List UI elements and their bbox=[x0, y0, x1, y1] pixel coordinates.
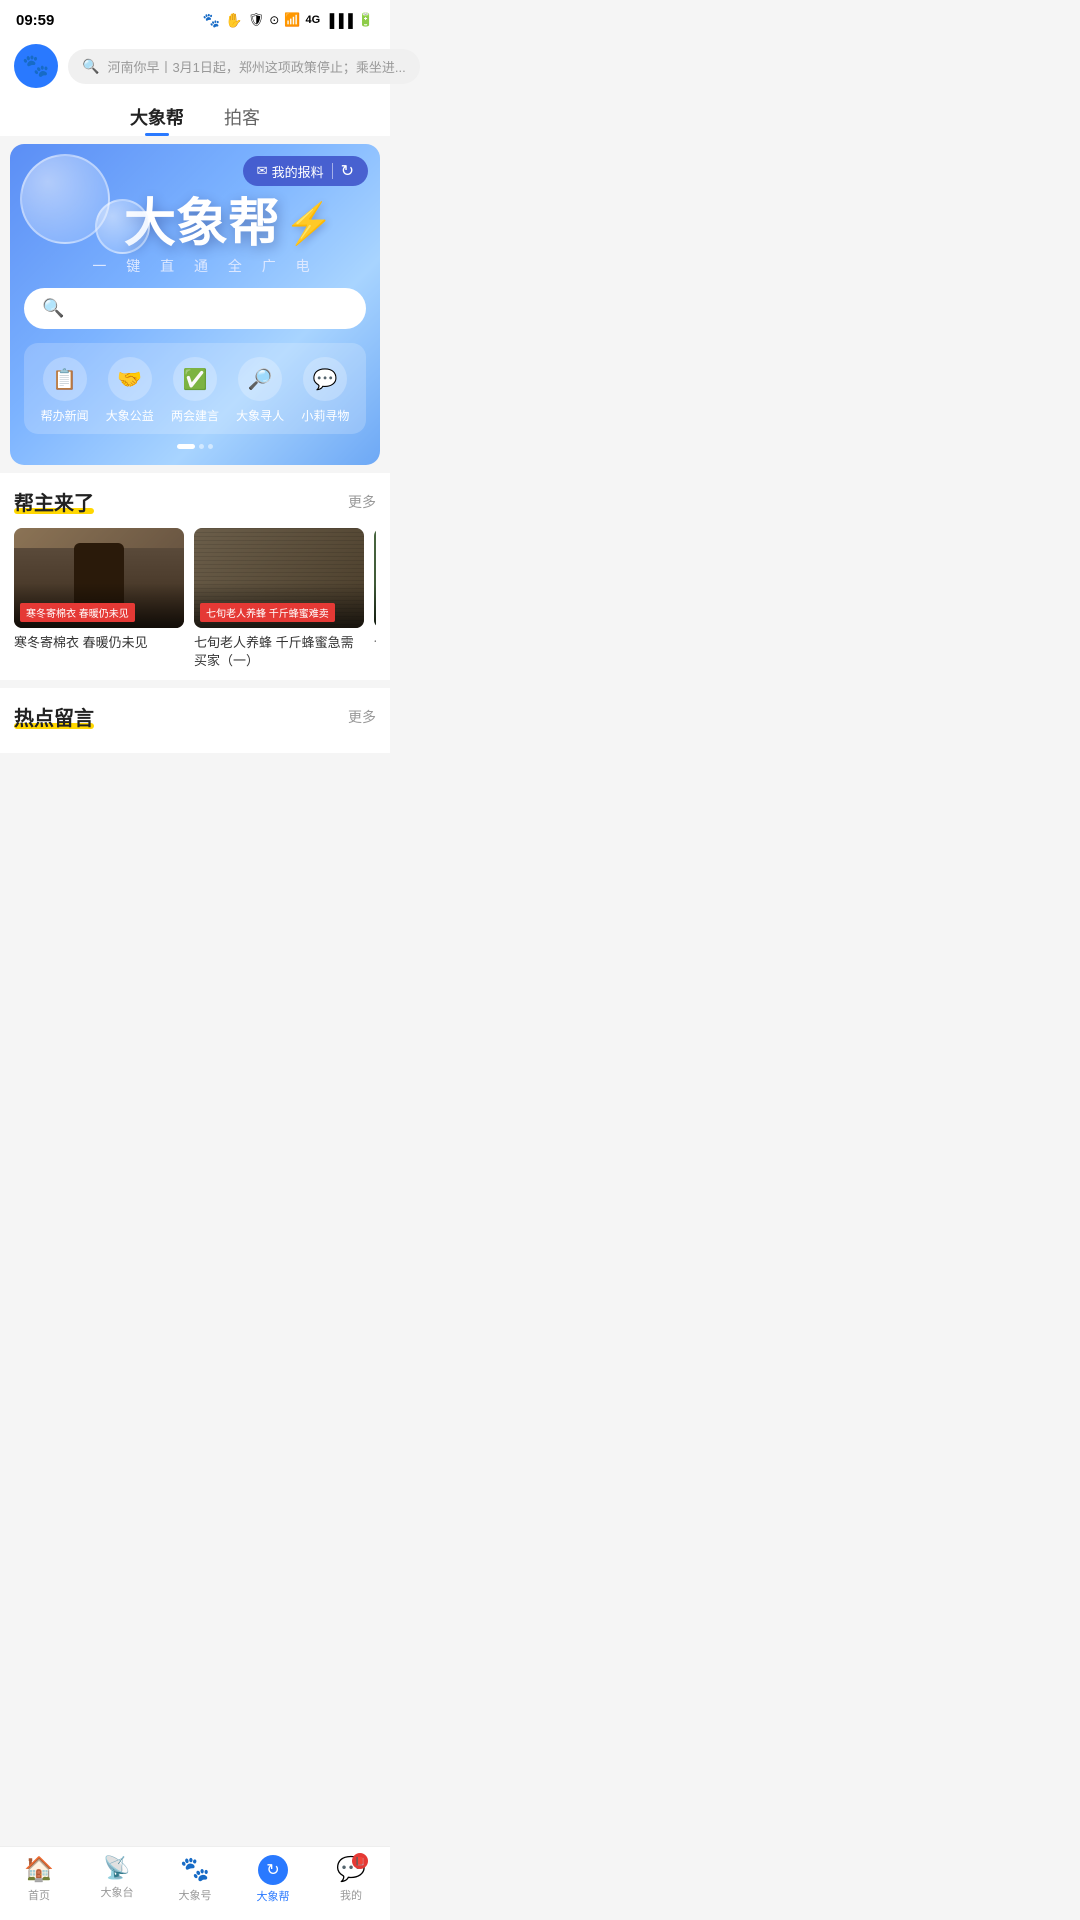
search-icon: 🔍 bbox=[82, 58, 99, 75]
bottom-navigation: 🏠 首页 📡 大象台 🐾 大象号 ↻ 大象帮 💬 📕 我的 bbox=[0, 1846, 390, 1920]
mine-avatar-wrap: 💬 📕 bbox=[336, 1855, 366, 1884]
hot-comments-section: 热点留言 更多 bbox=[0, 688, 390, 753]
paw-nav-icon: 🐾 bbox=[180, 1855, 210, 1884]
banner-subtitle: 一 键 直 通 全 广 电 bbox=[44, 256, 366, 276]
liangh-icon: ✅ bbox=[173, 357, 217, 401]
icon-liangh[interactable]: ✅ 两会建言 bbox=[169, 357, 221, 424]
dot-2 bbox=[199, 444, 204, 449]
card1-title: 寒冬寄棉衣 春暖仍未见 bbox=[14, 634, 184, 652]
hand-icon: ✋ bbox=[225, 12, 242, 29]
bangzhu-title: 帮主来了 bbox=[14, 487, 94, 516]
card3-tag-overlay: 大象帮助 bbox=[374, 584, 376, 628]
gongy-icon: 🤝 bbox=[108, 357, 152, 401]
nav-label-daxiangbang: 大象帮 bbox=[257, 1888, 290, 1904]
shield-icon: 🛡 bbox=[248, 12, 265, 28]
card2-tag-overlay: 七旬老人养蜂 千斤蜂蜜难卖 bbox=[194, 583, 364, 628]
search-placeholder-text: 河南你早丨3月1日起，郑州这项政策停止；乘坐进... bbox=[107, 57, 405, 76]
main-tabs: 大象帮 拍客 bbox=[0, 98, 390, 136]
nav-item-daxianghao[interactable]: 🐾 大象号 bbox=[165, 1855, 225, 1904]
envelope-icon: ✉ bbox=[257, 163, 268, 179]
nav-item-daxiangbang[interactable]: ↻ 大象帮 bbox=[243, 1855, 303, 1904]
bangban-icon: 📋 bbox=[43, 357, 87, 401]
lightning-icon: ⚡ bbox=[284, 204, 334, 244]
banner-search-icon: 🔍 bbox=[42, 298, 64, 319]
bubble-large bbox=[20, 154, 110, 244]
home-icon: 🏠 bbox=[24, 1855, 54, 1884]
header: 🐾 🔍 河南你早丨3月1日起，郑州这项政策停止；乘坐进... bbox=[0, 36, 390, 98]
news-card-img-1: 寒冬寄棉衣 春暖仍未见 bbox=[14, 528, 184, 628]
bangzhu-more[interactable]: 更多 bbox=[348, 492, 376, 512]
xiaoli-icon: 💬 bbox=[303, 357, 347, 401]
card1-tag-overlay: 寒冬寄棉衣 春暖仍未见 bbox=[14, 583, 184, 628]
bars-icon: ▐▐▐ bbox=[325, 13, 353, 28]
icon-bangban[interactable]: 📋 帮办新闻 bbox=[39, 357, 91, 424]
tv-icon: 📡 bbox=[103, 1855, 130, 1881]
signal-icon: ⊙ bbox=[269, 13, 279, 27]
status-time: 09:59 bbox=[16, 12, 54, 29]
news-card-1[interactable]: 寒冬寄棉衣 春暖仍未见 寒冬寄棉衣 春暖仍未见 bbox=[14, 528, 184, 670]
nav-label-daxianghao: 大象号 bbox=[179, 1887, 212, 1903]
hot-comments-header: 热点留言 更多 bbox=[14, 702, 376, 731]
nav-item-daxiangtai[interactable]: 📡 大象台 bbox=[87, 1855, 147, 1904]
battery-icon: 🔋 bbox=[358, 12, 374, 28]
wifi-icon: 📶 bbox=[284, 12, 300, 28]
news-card-img-2: 七旬老人养蜂 千斤蜂蜜难卖 bbox=[194, 528, 364, 628]
bangzhu-title-wrap: 帮主来了 bbox=[14, 487, 94, 516]
refresh-nav-icon: ↻ bbox=[258, 1855, 288, 1885]
tab-daxiangbang[interactable]: 大象帮 bbox=[130, 104, 184, 136]
dot-3 bbox=[208, 444, 213, 449]
card3-title: 七旬老... bbox=[374, 634, 376, 651]
nav-item-home[interactable]: 🏠 首页 bbox=[9, 1855, 69, 1904]
news-card-3[interactable]: 大象帮助 七旬老... bbox=[374, 528, 376, 670]
banner-section: ✉ 我的报料 ↻ 大象帮 ⚡ 一 键 直 通 全 广 电 🔍 📋 帮办新闻 🤝 … bbox=[10, 144, 380, 465]
icon-xiaoli[interactable]: 💬 小莉寻物 bbox=[299, 357, 351, 424]
logo-paw-icon: 🐾 bbox=[22, 53, 49, 79]
divider bbox=[332, 163, 333, 179]
hot-comments-title: 热点留言 bbox=[14, 702, 94, 731]
banner-search[interactable]: 🔍 bbox=[24, 288, 366, 329]
nav-label-mine: 我的 bbox=[340, 1887, 362, 1903]
nav-item-mine[interactable]: 💬 📕 我的 bbox=[321, 1855, 381, 1904]
mine-badge: 📕 bbox=[352, 1853, 368, 1869]
card1-tag-text: 寒冬寄棉衣 春暖仍未见 bbox=[20, 603, 135, 622]
nav-label-home: 首页 bbox=[28, 1887, 50, 1903]
banner-main-title: 大象帮 ⚡ bbox=[124, 198, 366, 250]
bottom-spacer bbox=[0, 761, 390, 841]
dots-indicator bbox=[24, 444, 366, 449]
card2-title: 七旬老人养蜂 千斤蜂蜜急需买家（一） bbox=[194, 634, 364, 670]
bangzhu-header: 帮主来了 更多 bbox=[14, 487, 376, 516]
icon-gongy[interactable]: 🤝 大象公益 bbox=[104, 357, 156, 424]
banner-icons-row: 📋 帮办新闻 🤝 大象公益 ✅ 两会建言 🔎 大象寻人 💬 小莉寻物 bbox=[24, 343, 366, 434]
dot-1 bbox=[177, 444, 195, 449]
search-bar[interactable]: 🔍 河南你早丨3月1日起，郑州这项政策停止；乘坐进... bbox=[68, 49, 420, 84]
bangzhu-section: 帮主来了 更多 寒冬寄棉衣 春暖仍未见 寒冬寄棉衣 春暖仍未见 七旬老人养 bbox=[0, 473, 390, 680]
icon-xunren[interactable]: 🔎 大象寻人 bbox=[234, 357, 286, 424]
news-card-2[interactable]: 七旬老人养蜂 千斤蜂蜜难卖 七旬老人养蜂 千斤蜂蜜急需买家（一） bbox=[194, 528, 364, 670]
app-logo[interactable]: 🐾 bbox=[14, 44, 58, 88]
my-report-label: ✉ 我的报料 bbox=[257, 162, 324, 181]
refresh-icon[interactable]: ↻ bbox=[341, 161, 354, 181]
status-bar: 09:59 🐾 ✋ 🛡 ⊙ 📶 4G ▐▐▐ 🔋 bbox=[0, 0, 390, 36]
network-4g-icon: 4G bbox=[305, 14, 320, 26]
nav-label-daxiangtai: 大象台 bbox=[101, 1884, 134, 1900]
my-report-button[interactable]: ✉ 我的报料 ↻ bbox=[243, 156, 368, 186]
banner-title-area: 大象帮 ⚡ bbox=[124, 198, 366, 250]
hot-comments-more[interactable]: 更多 bbox=[348, 707, 376, 727]
card2-tag-text: 七旬老人养蜂 千斤蜂蜜难卖 bbox=[200, 603, 335, 622]
tab-phaike[interactable]: 拍客 bbox=[224, 104, 260, 136]
paw-icon: 🐾 bbox=[203, 12, 220, 29]
status-icons: 🐾 ✋ 🛡 ⊙ 📶 4G ▐▐▐ 🔋 bbox=[203, 12, 374, 29]
news-card-img-3: 大象帮助 bbox=[374, 528, 376, 628]
news-cards-list: 寒冬寄棉衣 春暖仍未见 寒冬寄棉衣 春暖仍未见 七旬老人养蜂 千斤蜂蜜难卖 七旬… bbox=[14, 528, 376, 670]
xunren-icon: 🔎 bbox=[238, 357, 282, 401]
hot-comments-title-wrap: 热点留言 bbox=[14, 702, 94, 731]
